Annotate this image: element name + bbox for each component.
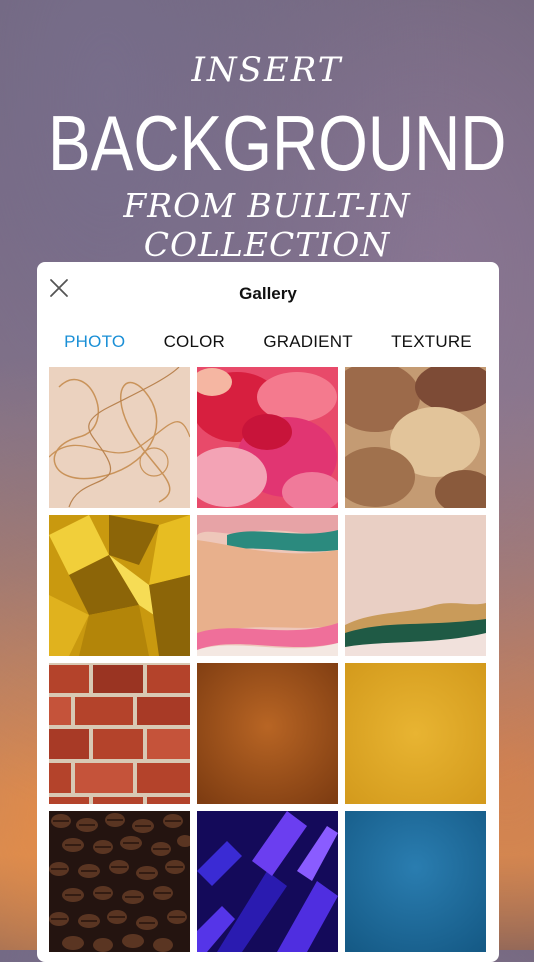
- tab-photo[interactable]: PHOTO: [64, 332, 125, 352]
- hero-line-insert: INSERT: [191, 50, 343, 90]
- gallery-thumb-purple-geometric[interactable]: [197, 811, 338, 952]
- gallery-thumb-gold-swirl[interactable]: [49, 367, 190, 508]
- hero-line-background: BACKGROUND: [48, 99, 507, 187]
- gallery-grid: [49, 367, 489, 952]
- gallery-dialog: Gallery PHOTO COLOR GRADIENT TEXTURE: [37, 262, 499, 962]
- gallery-thumb-blue-fabric[interactable]: [345, 811, 486, 952]
- gallery-thumb-brown-leather[interactable]: [197, 663, 338, 804]
- gallery-thumb-gold-foil[interactable]: [49, 515, 190, 656]
- gallery-thumb-red-brick[interactable]: [49, 663, 190, 804]
- tab-gradient[interactable]: GRADIENT: [263, 332, 352, 352]
- gallery-thumb-beige-green-paper[interactable]: [345, 515, 486, 656]
- gallery-thumb-mustard-felt[interactable]: [345, 663, 486, 804]
- tab-texture[interactable]: TEXTURE: [391, 332, 472, 352]
- gallery-thumb-brown-watercolor[interactable]: [345, 367, 486, 508]
- gallery-thumb-pink-ink[interactable]: [197, 367, 338, 508]
- tab-color[interactable]: COLOR: [164, 332, 225, 352]
- gallery-thumb-coffee-beans[interactable]: [49, 811, 190, 952]
- hero-line-collection: FROM BUILT-IN COLLECTION: [123, 186, 411, 264]
- dialog-title: Gallery: [239, 284, 297, 303]
- gallery-tabs: PHOTO COLOR GRADIENT TEXTURE: [37, 332, 499, 352]
- gallery-thumb-peach-teal-paper[interactable]: [197, 515, 338, 656]
